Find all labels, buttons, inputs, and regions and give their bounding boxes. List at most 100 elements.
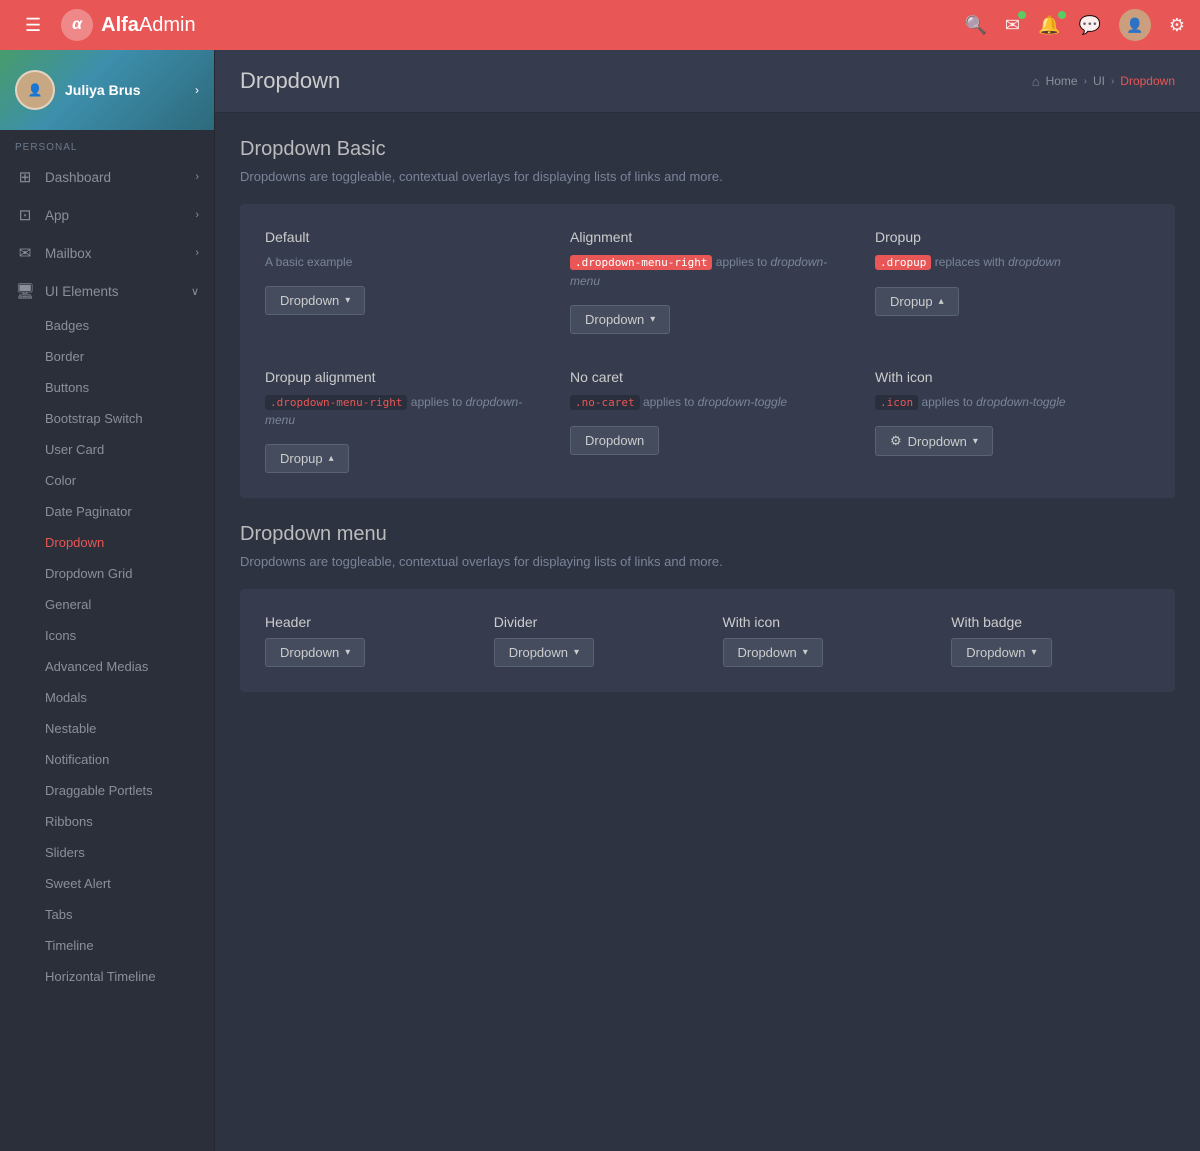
code-italic: dropdown-toggle: [698, 395, 787, 409]
demo-item-title: Dropup: [875, 229, 1150, 245]
demo-item-no-caret: No caret .no-caret applies to dropdown-t…: [570, 369, 845, 474]
caret-icon: ▾: [803, 647, 808, 658]
dropdown-button-label: Dropup: [890, 294, 933, 309]
sidebar-item-icons[interactable]: Icons: [0, 620, 214, 651]
demo-item-title: With icon: [875, 369, 1150, 385]
breadcrumb-home[interactable]: Home: [1046, 74, 1078, 88]
dropdown-button-label: Dropdown: [966, 645, 1025, 660]
dropdown-button-default[interactable]: Dropdown ▾: [265, 286, 365, 315]
sidebar-item-user-card[interactable]: User Card: [0, 434, 214, 465]
dropdown-button-menu-divider[interactable]: Dropdown ▾: [494, 638, 594, 667]
sidebar-item-sweet-alert[interactable]: Sweet Alert: [0, 868, 214, 899]
demo-item-desc: A basic example: [265, 253, 540, 271]
sidebar-item-draggable-portlets[interactable]: Draggable Portlets: [0, 775, 214, 806]
dropdown-button-label: Dropdown: [280, 645, 339, 660]
dropdown-button-alignment[interactable]: Dropdown ▾: [570, 305, 670, 334]
caret-icon: ▾: [574, 647, 579, 658]
sidebar-sub-label: Buttons: [45, 380, 89, 395]
home-icon: ⌂: [1032, 74, 1040, 89]
caret-icon: ▾: [345, 295, 350, 306]
sidebar-item-general[interactable]: General: [0, 589, 214, 620]
sidebar-sub-label: Draggable Portlets: [45, 783, 153, 798]
dropdown-button-label: Dropdown: [280, 293, 339, 308]
sidebar-item-tabs[interactable]: Tabs: [0, 899, 214, 930]
dropdown-button-dropup-alignment[interactable]: Dropup ▴: [265, 444, 349, 473]
mail-badge: [1018, 11, 1026, 19]
caret-icon: ▾: [1032, 647, 1037, 658]
sidebar-sub-label: Border: [45, 349, 84, 364]
chevron-right-icon: ›: [195, 247, 199, 259]
sidebar-item-app[interactable]: ⊡ App ›: [0, 196, 214, 234]
sidebar-item-notification[interactable]: Notification: [0, 744, 214, 775]
sidebar-item-border[interactable]: Border: [0, 341, 214, 372]
demo-item-desc: .no-caret applies to dropdown-toggle: [570, 393, 845, 412]
sidebar-item-timeline[interactable]: Timeline: [0, 930, 214, 961]
layout: 👤 Juliya Brus › PERSONAL ⊞ Dashboard › ⊡…: [0, 50, 1200, 1151]
sidebar-item-horizontal-timeline[interactable]: Horizontal Timeline: [0, 961, 214, 992]
sidebar-sub-label: Notification: [45, 752, 109, 767]
sidebar-item-ui-elements[interactable]: 🖥 UI Elements ∨: [0, 272, 214, 310]
dropdown-button-dropup[interactable]: Dropup ▴: [875, 287, 959, 316]
page-title: Dropdown: [240, 68, 340, 94]
breadcrumb-section[interactable]: UI: [1093, 74, 1105, 88]
sidebar-item-badges[interactable]: Badges: [0, 310, 214, 341]
mail-icon: ✉: [15, 244, 35, 262]
user-name: Juliya Brus: [65, 82, 195, 98]
sidebar-item-ribbons[interactable]: Ribbons: [0, 806, 214, 837]
dropdown-button-label: Dropdown: [738, 645, 797, 660]
brand-logo[interactable]: α AlfaAdmin: [61, 9, 196, 41]
user-info: Juliya Brus: [65, 82, 195, 98]
demo-item-desc: .icon applies to dropdown-toggle: [875, 393, 1150, 412]
sidebar-item-sliders[interactable]: Sliders: [0, 837, 214, 868]
dropdown-button-no-caret[interactable]: Dropdown: [570, 426, 659, 455]
hamburger-button[interactable]: ☰: [15, 15, 51, 36]
dropdown-button-menu-icon[interactable]: Dropdown ▾: [723, 638, 823, 667]
mail-icon[interactable]: ✉: [1005, 15, 1020, 36]
demo-item-menu-divider: Divider Dropdown ▾: [494, 614, 693, 667]
dropdown-basic-desc: Dropdowns are toggleable, contextual ove…: [240, 169, 1175, 184]
brand-bold: Alfa: [101, 14, 139, 36]
sidebar-item-dropdown-grid[interactable]: Dropdown Grid: [0, 558, 214, 589]
bell-icon[interactable]: 🔔: [1038, 15, 1060, 36]
search-icon[interactable]: 🔍: [965, 15, 987, 36]
sidebar-sub-label: Modals: [45, 690, 87, 705]
sidebar-item-mailbox[interactable]: ✉ Mailbox ›: [0, 234, 214, 272]
monitor-icon: 🖥: [15, 282, 35, 300]
sidebar-item-advanced-medias[interactable]: Advanced Medias: [0, 651, 214, 682]
demo-item-title: With badge: [951, 614, 1150, 630]
sidebar-sub-label: Sliders: [45, 845, 85, 860]
sidebar-item-nestable[interactable]: Nestable: [0, 713, 214, 744]
caret-icon: ▾: [345, 647, 350, 658]
sidebar-item-label: App: [45, 208, 195, 223]
settings-icon[interactable]: ⚙: [1169, 15, 1185, 36]
dropdown-menu-desc: Dropdowns are toggleable, contextual ove…: [240, 554, 1175, 569]
avatar[interactable]: 👤: [1119, 9, 1151, 41]
sidebar-item-date-paginator[interactable]: Date Paginator: [0, 496, 214, 527]
dropdown-button-menu-badge[interactable]: Dropdown ▾: [951, 638, 1051, 667]
chevron-down-icon: ∨: [191, 285, 199, 298]
sidebar-item-color[interactable]: Color: [0, 465, 214, 496]
dropdown-button-label: Dropdown: [585, 312, 644, 327]
sidebar-sub-label: Dropdown Grid: [45, 566, 132, 581]
sidebar-item-modals[interactable]: Modals: [0, 682, 214, 713]
sidebar-item-buttons[interactable]: Buttons: [0, 372, 214, 403]
sidebar-item-bootstrap-switch[interactable]: Bootstrap Switch: [0, 403, 214, 434]
breadcrumb-sep1: ›: [1084, 76, 1087, 87]
bell-badge: [1058, 11, 1066, 19]
main-content: Dropdown ⌂ Home › UI › Dropdown Dropdown…: [215, 50, 1200, 1151]
sidebar-item-dashboard[interactable]: ⊞ Dashboard ›: [0, 158, 214, 196]
sidebar: 👤 Juliya Brus › PERSONAL ⊞ Dashboard › ⊡…: [0, 50, 215, 1151]
sidebar-item-dropdown[interactable]: Dropdown: [0, 527, 214, 558]
chat-icon[interactable]: 💬: [1078, 15, 1100, 36]
demo-item-title: Default: [265, 229, 540, 245]
app-icon: ⊡: [15, 206, 35, 224]
dashboard-icon: ⊞: [15, 168, 35, 186]
dropdown-button-with-icon[interactable]: ⚙ Dropdown ▾: [875, 426, 993, 456]
brand-rest: Admin: [139, 14, 196, 36]
code-tag: .icon: [875, 395, 918, 410]
dropdown-button-menu-header[interactable]: Dropdown ▾: [265, 638, 365, 667]
dropdown-button-label: Dropup: [280, 451, 323, 466]
user-profile[interactable]: 👤 Juliya Brus ›: [0, 50, 214, 130]
sidebar-sub-label: Ribbons: [45, 814, 93, 829]
chevron-right-icon: ›: [195, 209, 199, 221]
